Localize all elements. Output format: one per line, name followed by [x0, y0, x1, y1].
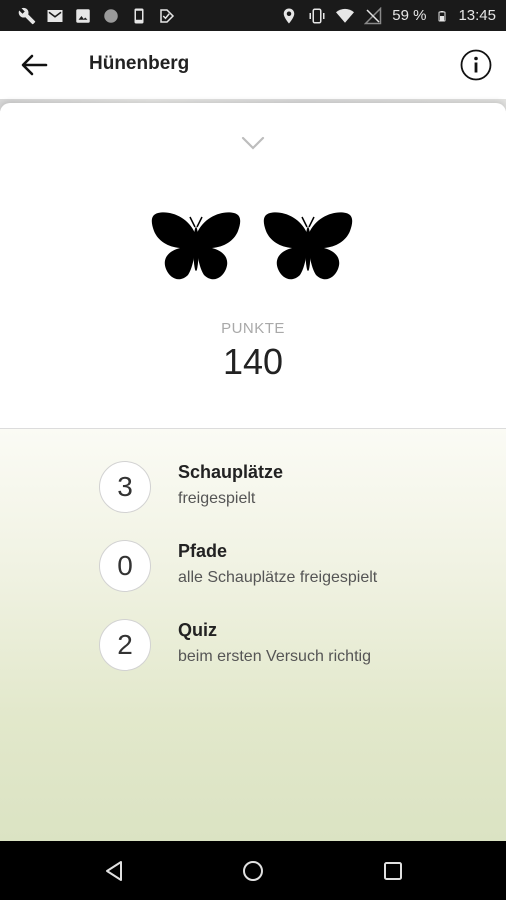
- points-value: 140: [222, 341, 284, 382]
- signal-off-icon: [364, 6, 382, 24]
- info-icon[interactable]: [460, 49, 492, 81]
- stat-subtitle: beim ersten Versuch richtig: [178, 648, 371, 665]
- mail-icon: [47, 9, 63, 22]
- navigation-bar: [0, 841, 506, 900]
- stat-subtitle: freigespielt: [178, 490, 256, 507]
- check-icon: [160, 8, 175, 23]
- stat-row-quiz: 2 Quiz beim ersten Versuch richtig: [99, 619, 479, 675]
- vibrate-icon: [309, 8, 325, 23]
- location-icon: [284, 8, 295, 23]
- back-triangle-icon[interactable]: [102, 859, 126, 883]
- stat-row-schauplaetze: 3 Schauplätze freigespielt: [99, 461, 479, 517]
- chevron-down-icon[interactable]: [241, 136, 265, 150]
- stat-row-pfade: 0 Pfade alle Schauplätze freigespielt: [99, 540, 479, 596]
- wrench-icon: [18, 7, 36, 24]
- status-left-icons: [18, 7, 176, 25]
- page-title: Hünenberg: [89, 53, 190, 74]
- battery-percent: 59 %: [392, 7, 427, 24]
- circle-icon: [104, 8, 118, 23]
- stat-title: Schauplätze: [178, 462, 284, 482]
- stat-count: 0: [99, 540, 151, 592]
- battery-icon: [438, 10, 446, 21]
- stat-count: 2: [99, 619, 151, 671]
- status-right-icons: 59 % 13:45: [280, 6, 496, 25]
- stats-list: 3 Schauplätze freigespielt 0 Pfade alle …: [0, 429, 506, 841]
- stat-title: Pfade: [178, 541, 228, 561]
- phone-icon: [134, 8, 144, 23]
- app-bar: Hünenberg: [0, 31, 506, 99]
- wifi-icon: [336, 8, 355, 23]
- stat-title: Quiz: [178, 620, 217, 640]
- arrow-back-icon[interactable]: [20, 53, 48, 77]
- badge-icons: [150, 211, 356, 291]
- points-label: PUNKTE: [221, 320, 285, 337]
- stat-subtitle: alle Schauplätze freigespielt: [178, 569, 378, 586]
- stat-count: 3: [99, 461, 151, 513]
- home-circle-icon[interactable]: [241, 859, 265, 883]
- clock: 13:45: [458, 7, 496, 24]
- points-sheet: PUNKTE 140 3 Schauplätze freigespielt 0 …: [0, 103, 506, 841]
- butterfly-icon: [263, 212, 353, 280]
- status-bar: 59 % 13:45: [0, 0, 506, 31]
- recents-square-icon[interactable]: [381, 859, 405, 883]
- butterfly-icon: [151, 212, 241, 280]
- image-icon: [76, 8, 90, 23]
